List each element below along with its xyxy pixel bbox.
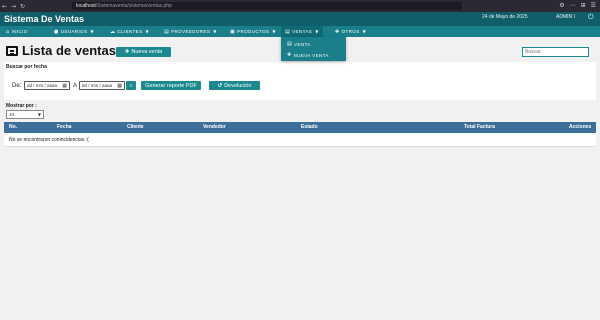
date-placeholder: dd / mm / aaaa	[27, 83, 58, 88]
undo-icon: ↺	[217, 82, 223, 89]
from-date-input[interactable]: dd / mm / aaaa ▦	[24, 81, 70, 90]
nav-item-inicio[interactable]: ⌂ INICIO	[6, 26, 28, 37]
extensions-icon[interactable]: ⚙	[559, 2, 564, 9]
column-header: Vendedor	[203, 124, 226, 130]
column-header: Total Factura	[464, 124, 496, 130]
column-header: Acciones	[569, 124, 592, 130]
header-user[interactable]: ADMIN I	[556, 14, 575, 20]
nav-item-otros[interactable]: ✚ OTROS ▼	[335, 26, 366, 37]
app-title: Sistema De Ventas	[4, 14, 85, 24]
return-button[interactable]: ↺ Devolución	[209, 81, 260, 90]
reload-icon[interactable]: ↻	[18, 3, 27, 10]
filter-label: Buscar por fecha	[6, 64, 47, 70]
url-host: localhost	[76, 3, 96, 9]
url-path: /Sistemaventa/sistema/ventas.php	[95, 3, 172, 9]
nav-item-proveedores[interactable]: ▤ PROVEEDORES ▼	[164, 26, 217, 37]
nav-item-clientes[interactable]: ☁ CLIENTES ▼	[110, 26, 149, 37]
app-header: Sistema De Ventas 24 de Mayo de 2025 ADM…	[0, 12, 600, 26]
calendar-icon[interactable]: ▦	[62, 83, 67, 89]
user-icon: ●	[54, 28, 59, 35]
window-icon[interactable]: ⊞	[581, 2, 586, 9]
show-per-page-label: Mostrar por :	[6, 103, 37, 109]
date-filter-panel: Buscar por fecha De: dd / mm / aaaa ▦ A …	[4, 62, 596, 100]
nav-label: CLIENTES	[117, 29, 143, 34]
date-placeholder: dd / mm / aaaa	[82, 83, 113, 88]
plus-icon: ✚	[124, 49, 130, 55]
to-label: A	[73, 83, 78, 89]
pdf-report-label: Generar reporte PDF	[145, 82, 197, 89]
caret-down-icon: ▼	[272, 29, 276, 34]
nav-label: OTROS	[341, 29, 360, 34]
per-page-select[interactable]: 10 ▼	[6, 110, 44, 119]
nav-label: USUARIOS	[60, 29, 88, 34]
menu-item-venta[interactable]: ▤ VENTA	[287, 41, 311, 47]
nav-item-productos[interactable]: ▣ PRODUCTOS ▼	[230, 26, 276, 37]
pdf-report-button[interactable]: Generar reporte PDF	[141, 81, 201, 90]
browser-toolbar: ← → ↻ localhost/Sistemaventa/sistema/ven…	[0, 0, 600, 12]
menu-item-nueva-venta[interactable]: ✚ NUEVA VENTA	[287, 52, 329, 58]
from-label: De:	[12, 83, 22, 89]
empty-message: No se encontraron conincidencias :(	[9, 137, 89, 143]
nav-label: PROVEEDORES	[171, 29, 211, 34]
url-bar[interactable]: localhost/Sistemaventa/sistema/ventas.ph…	[72, 2, 462, 10]
table-header: No. Fecha Cliente Vendedor Estado Total …	[4, 122, 596, 133]
nav-label: INICIO	[11, 29, 28, 34]
nav-label: PRODUCTOS	[237, 29, 270, 34]
nav-item-ventas[interactable]: ▤ VENTAS ▼	[281, 26, 323, 37]
column-header: No.	[9, 124, 18, 130]
cloud-icon: ☁	[110, 28, 116, 35]
plus-icon: ✚	[335, 28, 340, 35]
to-date-input[interactable]: dd / mm / aaaa ▦	[79, 81, 125, 90]
home-icon: ⌂	[6, 28, 10, 35]
overflow-icon[interactable]: ⋯	[570, 2, 576, 9]
power-icon[interactable]: ⏻	[588, 13, 594, 22]
caret-down-icon: ▼	[145, 29, 150, 34]
box-icon: ▣	[230, 28, 236, 35]
date-search-button[interactable]: ⌕	[126, 81, 136, 90]
caret-down-icon: ▼	[362, 29, 367, 34]
sales-table: No. Fecha Cliente Vendedor Estado Total …	[4, 122, 596, 147]
menu-item-label: NUEVA VENTA	[293, 52, 329, 58]
nav-item-usuarios[interactable]: ● USUARIOS ▼	[54, 26, 94, 37]
per-page-value: 10	[9, 112, 15, 117]
return-label: Devolución	[224, 82, 252, 89]
nav-label: VENTAS	[292, 29, 313, 34]
page-title: Lista de ventas	[6, 43, 116, 58]
plus-icon: ✚	[287, 52, 292, 58]
menu-icon[interactable]: ☰	[591, 2, 596, 9]
table-row: No se encontraron conincidencias :(	[4, 133, 596, 147]
menu-item-label: VENTA	[294, 41, 311, 47]
search-icon: ⌕	[129, 82, 133, 89]
search-input[interactable]	[522, 47, 589, 57]
column-header: Estado	[301, 124, 318, 130]
ventas-dropdown: ▤ VENTA ✚ NUEVA VENTA	[281, 37, 346, 61]
header-date: 24 de Mayo de 2025	[482, 14, 528, 20]
column-header: Fecha	[57, 124, 72, 130]
back-icon[interactable]: ←	[0, 3, 9, 10]
page-title-text: Lista de ventas	[22, 43, 116, 58]
column-header: Cliente	[127, 124, 144, 130]
caret-down-icon: ▼	[213, 29, 217, 34]
main-navbar: ⌂ INICIO ● USUARIOS ▼ ☁ CLIENTES ▼ ▤ PRO…	[0, 26, 600, 37]
new-sale-button[interactable]: ✚ Nueva venta	[116, 47, 171, 57]
forward-icon[interactable]: →	[9, 3, 18, 10]
document-icon: ▤	[285, 28, 291, 35]
caret-down-icon: ▼	[90, 29, 94, 34]
calendar-icon[interactable]: ▦	[117, 83, 122, 89]
list-icon	[6, 45, 18, 56]
building-icon: ▤	[164, 28, 170, 35]
new-sale-label: Nueva venta	[131, 49, 163, 55]
caret-down-icon: ▼	[315, 29, 319, 34]
chevron-down-icon: ▼	[37, 112, 41, 117]
document-icon: ▤	[287, 41, 293, 47]
